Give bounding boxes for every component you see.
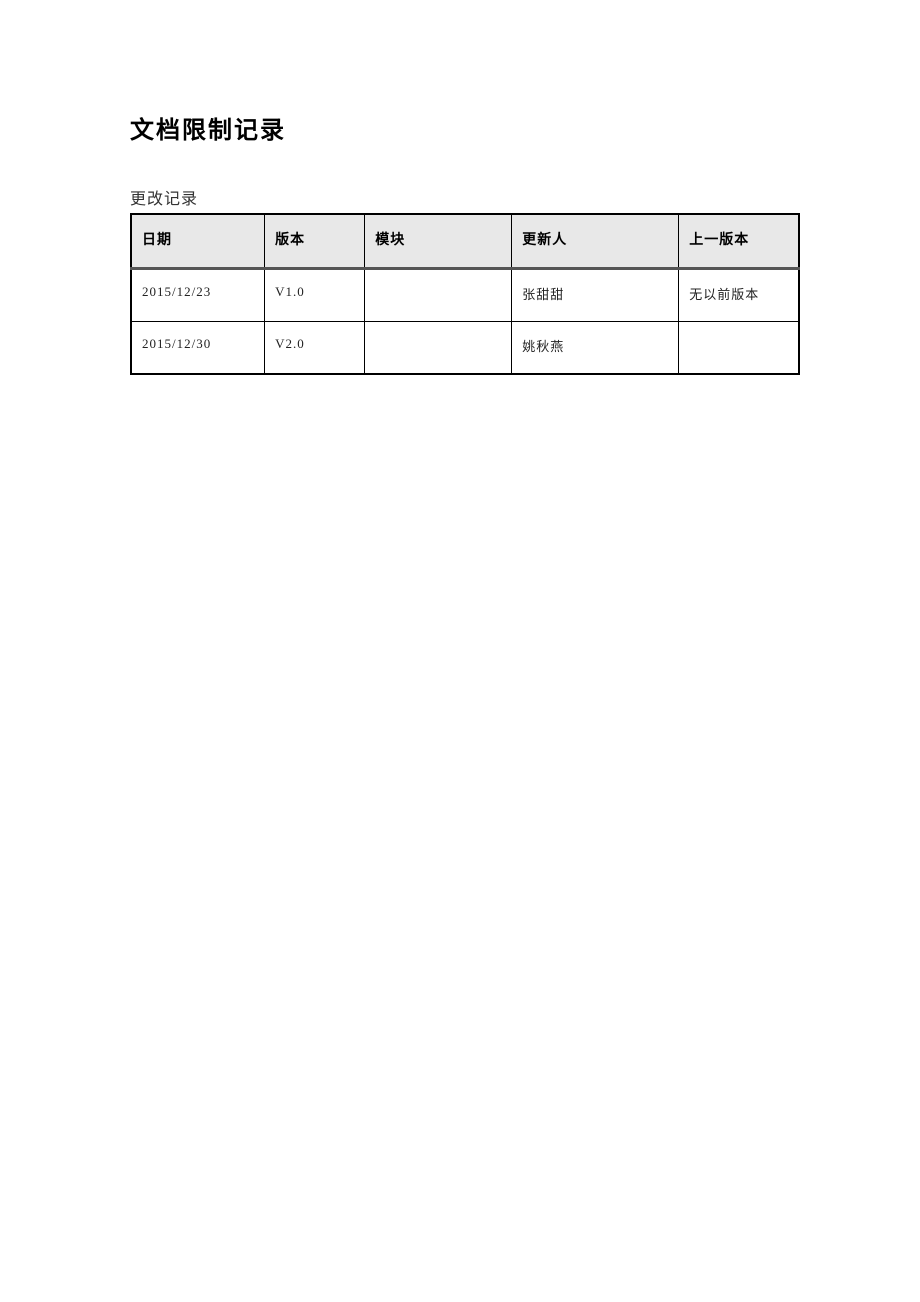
cell-updater: 姚秋燕 (512, 322, 679, 375)
table-row: 2015/12/30 V2.0 姚秋燕 (131, 322, 799, 375)
col-header-prev: 上一版本 (679, 214, 799, 269)
col-header-updater: 更新人 (512, 214, 679, 269)
cell-prev (679, 322, 799, 375)
changelog-table: 日期 版本 模块 更新人 上一版本 2015/12/23 V1.0 张甜甜 无以… (130, 213, 800, 375)
cell-date: 2015/12/23 (131, 269, 265, 322)
cell-version: V2.0 (265, 322, 365, 375)
table-header-row: 日期 版本 模块 更新人 上一版本 (131, 214, 799, 269)
col-header-date: 日期 (131, 214, 265, 269)
page-title: 文档限制记录 (130, 110, 800, 145)
cell-module (365, 322, 512, 375)
section-subtitle: 更改记录 (130, 185, 800, 209)
cell-prev: 无以前版本 (679, 269, 799, 322)
cell-date: 2015/12/30 (131, 322, 265, 375)
cell-version: V1.0 (265, 269, 365, 322)
document-page: 文档限制记录 更改记录 日期 版本 模块 更新人 上一版本 2015/12/23… (0, 0, 920, 375)
table-row: 2015/12/23 V1.0 张甜甜 无以前版本 (131, 269, 799, 322)
cell-updater: 张甜甜 (512, 269, 679, 322)
cell-module (365, 269, 512, 322)
col-header-module: 模块 (365, 214, 512, 269)
col-header-version: 版本 (265, 214, 365, 269)
